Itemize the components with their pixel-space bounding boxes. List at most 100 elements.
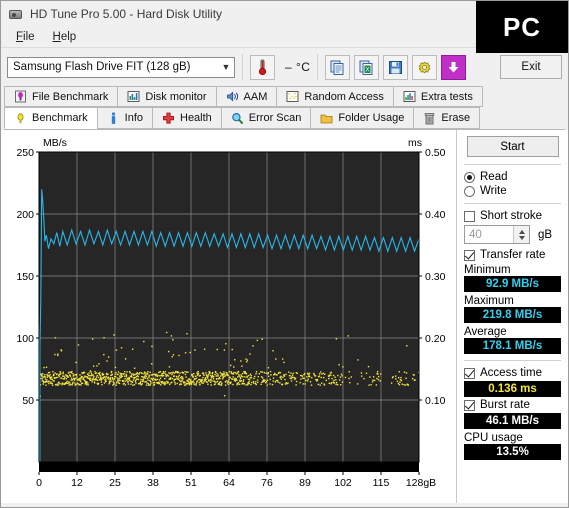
checkbox-transfer-rate[interactable]: Transfer rate (464, 249, 561, 261)
tab-row-upper: File Benchmark Disk monitor AAM Random A… (4, 86, 565, 107)
short-stroke-input[interactable]: 40 (464, 225, 530, 244)
disk-monitor-icon (127, 90, 140, 103)
harddisk-icon (9, 9, 23, 20)
tab-file-benchmark[interactable]: File Benchmark (4, 86, 119, 107)
tab-erase-label: Erase (441, 112, 471, 124)
floppy-save-icon[interactable] (383, 54, 409, 80)
y-tick-label: 250 (16, 147, 34, 159)
copy-icon[interactable] (325, 54, 351, 80)
excel-copy-icon[interactable]: X (354, 54, 380, 80)
y-tick-label: 150 (16, 271, 34, 283)
short-stroke-unit: gB (538, 228, 553, 241)
health-cross-icon (162, 112, 175, 125)
extra-tests-icon (403, 90, 416, 103)
menu-help[interactable]: Help (44, 30, 86, 44)
folder-icon (320, 112, 333, 125)
drive-select-value: Samsung Flash Drive FIT (128 gB) (13, 61, 191, 73)
y-tick-label-right: 0.50 (425, 147, 446, 159)
x-tick-label: 12 (71, 477, 83, 489)
burst-rate-value: 46.1 MB/s (464, 413, 561, 429)
exit-button[interactable]: Exit (500, 55, 562, 79)
tab-error-scan[interactable]: Error Scan (220, 107, 312, 129)
short-stroke-stepper[interactable]: 40 gB (464, 225, 561, 244)
checkbox-burst-rate-indicator (464, 399, 475, 411)
radio-read[interactable]: Read (464, 171, 561, 183)
stepper-down-icon[interactable] (518, 235, 525, 240)
info-icon (107, 111, 120, 125)
chart-svg: 250200150100500.500.400.300.200.10MB/s ms… (16, 137, 446, 489)
maximum-label: Maximum (464, 295, 514, 307)
checkbox-transfer-rate-label: Transfer rate (480, 249, 546, 261)
y-tick-label: 50 (22, 395, 34, 407)
tab-erase[interactable]: Erase (413, 107, 481, 129)
tab-error-scan-label: Error Scan (248, 112, 302, 124)
hd-tune-window: HD Tune Pro 5.00 - Hard Disk Utility Fil… (0, 0, 569, 508)
x-axis-strip (39, 462, 419, 472)
radio-write[interactable]: Write (464, 185, 561, 197)
y-tick-label: 200 (16, 209, 34, 221)
toolbar-divider-1 (242, 54, 243, 80)
tab-disk-monitor-label: Disk monitor (145, 90, 207, 103)
temperature-value: – °C (285, 60, 311, 74)
panel-divider-3 (464, 360, 561, 361)
random-access-icon (286, 90, 299, 103)
x-tick-label: 51 (185, 477, 197, 489)
tab-info[interactable]: Info (96, 107, 153, 129)
tab-health-label: Health (180, 112, 212, 124)
menu-file[interactable]: File (7, 30, 44, 44)
results-panel: Start Read Write Short stroke 40 gB Tran… (456, 130, 568, 503)
radio-read-label: Read (480, 171, 508, 183)
tab-info-label: Info (124, 112, 143, 124)
tab-random-access-label: Random Access (304, 90, 384, 103)
panel-divider-1 (464, 164, 561, 165)
gear-icon[interactable] (412, 54, 438, 80)
checkbox-short-stroke-indicator (464, 210, 475, 222)
tab-extra-tests-label: Extra tests (420, 90, 473, 103)
x-tick-label: 25 (109, 477, 121, 489)
thermometer-icon[interactable] (250, 54, 275, 80)
radio-read-indicator (464, 171, 475, 183)
tab-row-lower: Benchmark Info Health Error Scan Folder … (4, 107, 565, 130)
average-label: Average (464, 326, 507, 338)
y-tick-label-right: 0.20 (425, 333, 446, 345)
x-tick-label: 64 (223, 477, 235, 489)
checkbox-transfer-rate-indicator (464, 249, 475, 261)
tab-random-access[interactable]: Random Access (276, 86, 394, 107)
download-arrow-icon[interactable] (441, 54, 467, 80)
svg-text:X: X (366, 67, 370, 73)
checkbox-short-stroke[interactable]: Short stroke (464, 210, 561, 222)
stepper-up-icon[interactable] (518, 229, 525, 234)
short-stroke-value: 40 (469, 228, 482, 241)
x-tick-label: 89 (299, 477, 311, 489)
start-button[interactable]: Start (466, 136, 559, 157)
y-tick-label-right: 0.40 (425, 209, 446, 221)
checkbox-access-time[interactable]: Access time (464, 367, 561, 379)
tab-health[interactable]: Health (152, 107, 222, 129)
checkbox-short-stroke-label: Short stroke (480, 210, 542, 222)
tab-folder-usage[interactable]: Folder Usage (310, 107, 415, 129)
drive-select[interactable]: Samsung Flash Drive FIT (128 gB) ▼ (7, 56, 235, 78)
radio-write-indicator (464, 185, 475, 197)
y-tick-label-right: 0.10 (425, 395, 446, 407)
trash-icon (423, 112, 436, 125)
content-area: 250 200 150 100 50 0.50 0.40 0.30 0.20 0.10 MB/s ms… (1, 130, 568, 503)
tab-benchmark[interactable]: Benchmark (4, 107, 98, 129)
benchmark-chart: 250 200 150 100 50 0.50 0.40 0.30 0.20 0.10 MB/s ms… (1, 130, 456, 503)
chevron-down-icon: ▼ (221, 62, 231, 72)
file-benchmark-icon (14, 90, 27, 103)
tab-disk-monitor[interactable]: Disk monitor (117, 86, 217, 107)
x-tick-label: 115 (373, 477, 390, 489)
menu-help-rest: elp (60, 31, 77, 43)
cpu-usage-label: CPU usage (464, 432, 523, 444)
y-tick-label-right: 0.30 (425, 271, 446, 283)
tab-aam[interactable]: AAM (215, 86, 278, 107)
tab-file-benchmark-label: File Benchmark (32, 90, 109, 103)
speaker-icon (226, 90, 239, 103)
tab-extra-tests[interactable]: Extra tests (392, 86, 483, 107)
checkbox-burst-rate[interactable]: Burst rate (464, 399, 561, 411)
window-title: HD Tune Pro 5.00 - Hard Disk Utility (30, 7, 223, 21)
tab-aam-label: AAM (243, 90, 268, 103)
stepper-arrows[interactable] (513, 226, 529, 243)
minimum-label: Minimum (464, 264, 511, 276)
tab-bar: File Benchmark Disk monitor AAM Random A… (1, 86, 568, 130)
